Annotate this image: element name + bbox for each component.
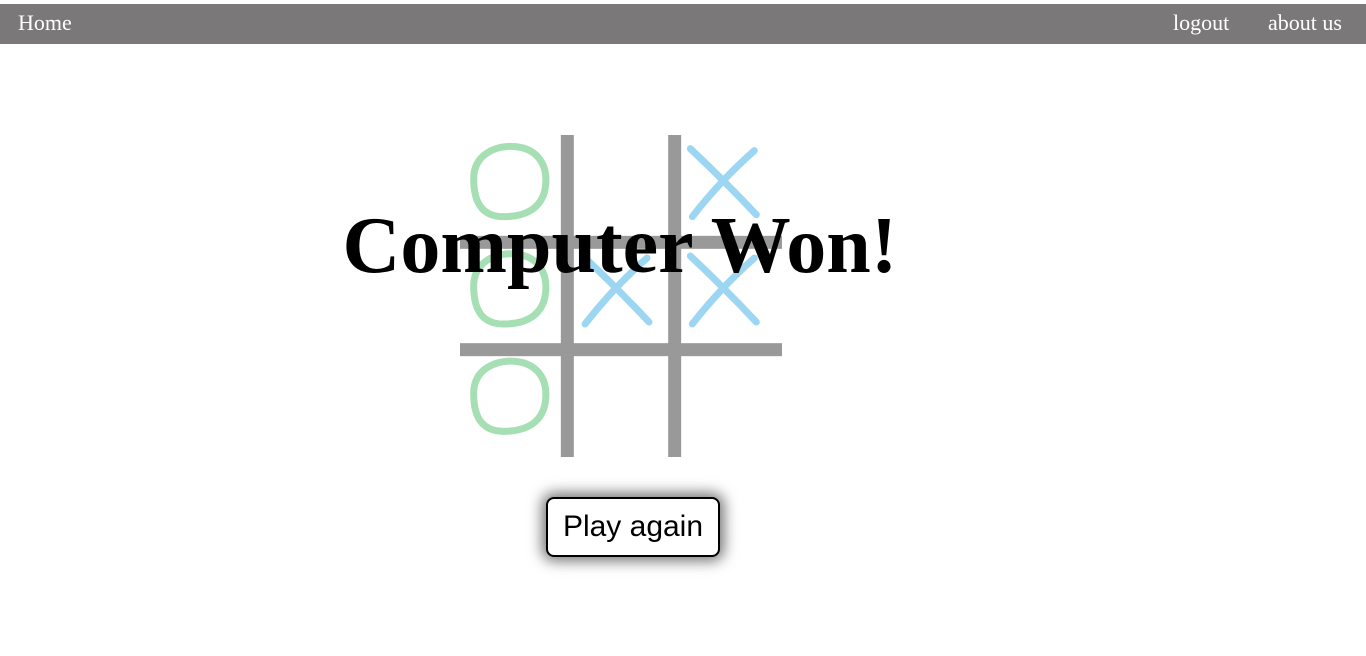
tic-tac-toe-board: [460, 135, 782, 457]
grid-line-vertical-1: [560, 135, 574, 457]
result-message: Computer Won!: [342, 202, 898, 290]
nav-home-link[interactable]: Home: [18, 4, 72, 44]
board-canvas: [460, 135, 782, 457]
play-again-button[interactable]: Play again: [546, 497, 720, 557]
nav-about-us-link[interactable]: about us: [1268, 4, 1342, 44]
nav-logout-link[interactable]: logout: [1173, 4, 1229, 44]
navbar: Home logout about us: [0, 4, 1366, 44]
grid-line-vertical-2: [668, 135, 682, 457]
o-mark-icon: [470, 357, 550, 435]
grid-line-horizontal-2: [460, 343, 782, 357]
